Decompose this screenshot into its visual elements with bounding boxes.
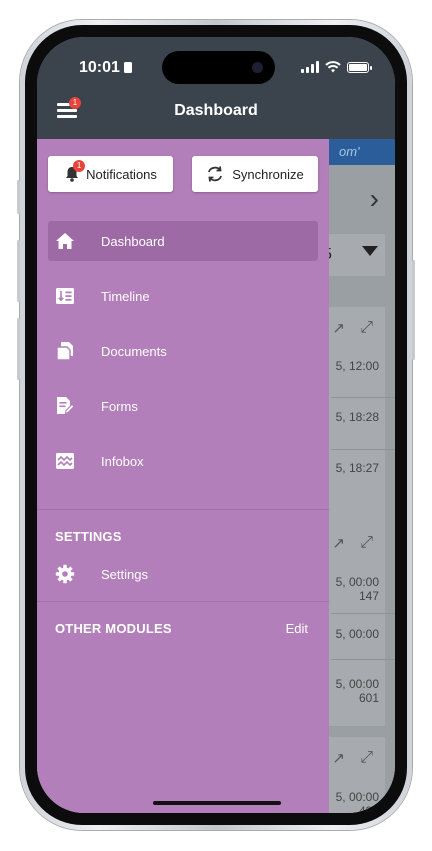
menu-item-label: Forms <box>101 398 138 414</box>
synchronize-button[interactable]: Synchronize <box>192 156 318 192</box>
divider <box>331 449 395 450</box>
menu-item-label: Timeline <box>101 288 150 304</box>
power-button <box>412 260 415 360</box>
page-title: Dashboard <box>174 102 258 119</box>
volume-up-button <box>17 240 20 302</box>
background-row-text: 5, 00:00 435 <box>335 790 379 813</box>
chevron-right-icon: › <box>369 183 379 214</box>
settings-section-title: SETTINGS <box>55 529 122 544</box>
phone-bezel: 10:01 1 Dashboard om' › ⤢ ↗ 5, 12:00 5, … <box>25 25 407 825</box>
expand-icon: ⤢ <box>360 749 373 766</box>
notifications-button[interactable]: 1 Notifications <box>48 156 173 192</box>
filter-icon <box>362 246 378 256</box>
menu-item-label: Settings <box>101 566 148 582</box>
menu-item-label: Documents <box>101 343 167 359</box>
volume-down-button <box>17 318 20 380</box>
other-modules-section-title: OTHER MODULES <box>55 621 172 636</box>
synchronize-button-label: Synchronize <box>232 166 304 182</box>
background-banner: om' <box>325 139 395 165</box>
bell-icon: 1 <box>64 160 86 182</box>
status-icons <box>301 61 372 73</box>
gear-icon <box>55 564 75 584</box>
sync-icon <box>208 166 223 182</box>
menu-item-infobox[interactable]: Infobox <box>48 441 318 481</box>
menu-item-dashboard[interactable]: Dashboard <box>48 221 318 261</box>
background-row-text: 5, 18:28 <box>335 410 379 424</box>
open-external-icon: ↗ <box>332 320 345 337</box>
home-icon <box>55 231 75 251</box>
background-row-text: 5, 00:00 147 <box>335 575 379 603</box>
expand-icon: ⤢ <box>360 534 373 551</box>
documents-icon <box>55 341 75 361</box>
status-bar-time: 10:01 <box>79 59 132 77</box>
wifi-icon <box>325 61 341 73</box>
notifications-button-label: Notifications <box>86 166 157 182</box>
background-filter-bar: 5 <box>321 234 385 276</box>
background-row-text: 5, 18:27 <box>335 461 379 475</box>
background-row-text: 5, 12:00 <box>335 359 379 373</box>
divider <box>331 659 395 660</box>
camera-icon <box>252 62 263 73</box>
open-external-icon: ↗ <box>332 535 345 552</box>
phone-screen: 10:01 1 Dashboard om' › ⤢ ↗ 5, 12:00 5, … <box>37 37 395 813</box>
menu-item-label: Dashboard <box>101 233 165 249</box>
divider <box>331 397 395 398</box>
notification-badge: 1 <box>73 160 86 172</box>
background-row-text: 5, 00:00 <box>335 627 379 641</box>
action-button <box>17 180 20 214</box>
battery-icon <box>347 61 372 73</box>
menu-item-settings[interactable]: Settings <box>48 554 318 594</box>
timeline-icon <box>55 286 75 306</box>
edit-modules-link[interactable]: Edit <box>286 621 308 636</box>
menu-item-documents[interactable]: Documents <box>48 331 318 371</box>
id-card-icon <box>123 62 132 73</box>
expand-icon: ⤢ <box>360 319 373 336</box>
cellular-signal-icon <box>301 61 319 73</box>
app-header: 10:01 1 Dashboard <box>37 37 395 139</box>
drawer-divider <box>37 601 329 602</box>
forms-icon <box>55 396 75 416</box>
home-indicator[interactable] <box>153 801 281 805</box>
menu-item-label: Infobox <box>101 453 144 469</box>
open-external-icon: ↗ <box>332 750 345 767</box>
navigation-drawer: 1 Notifications Synchronize Dashboard Ti… <box>37 139 329 813</box>
background-row-text: 5, 00:00 601 <box>335 677 379 705</box>
phone-frame: 10:01 1 Dashboard om' › ⤢ ↗ 5, 12:00 5, … <box>17 20 415 830</box>
menu-item-forms[interactable]: Forms <box>48 386 318 426</box>
menu-item-timeline[interactable]: Timeline <box>48 276 318 316</box>
dynamic-island <box>162 51 275 84</box>
drawer-divider <box>37 509 329 510</box>
infobox-icon <box>55 451 75 471</box>
divider <box>331 613 395 614</box>
